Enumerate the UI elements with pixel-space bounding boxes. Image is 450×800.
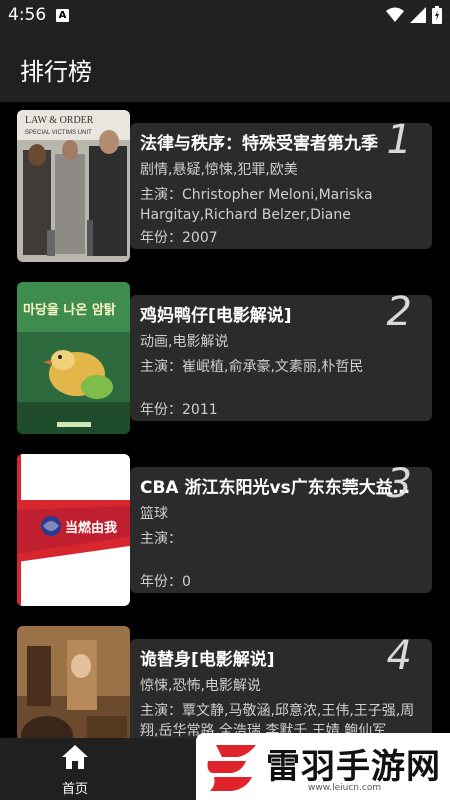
item-poster[interactable]: 当燃由我 [17, 454, 130, 606]
item-title: 诡替身[电影解说] [140, 650, 275, 670]
item-cast: 主演：崔岷植,俞承豪,文素丽,朴哲民 [140, 359, 364, 375]
item-card[interactable]: 3 CBA 浙江东阳光vs广东东莞大益… 篮球 主演： 年份：0 [130, 461, 432, 593]
item-genre: 剧情,悬疑,惊悚,犯罪,欧美 [140, 162, 298, 178]
ranking-list[interactable]: 1 法律与秩序：特殊受害者第九季 剧情,悬疑,惊悚,犯罪,欧美 主演：Chris… [0, 102, 450, 738]
battery-icon [432, 6, 442, 24]
poster-title-text: 当燃由我 [65, 520, 117, 536]
nav-home-tab[interactable]: 首页 [50, 744, 100, 797]
home-icon [62, 745, 88, 769]
item-title: 法律与秩序：特殊受害者第九季 [140, 134, 378, 154]
list-item[interactable]: 1 法律与秩序：特殊受害者第九季 剧情,悬疑,惊悚,犯罪,欧美 主演：Chris… [0, 102, 450, 262]
poster-image: 当燃由我 [17, 454, 130, 606]
poster-image: LAW & ORDER SPECIAL VICTIMS UNIT [17, 110, 130, 262]
watermark-url: www.leiucn.com [308, 783, 382, 793]
watermark-name: 雷羽手游网 [266, 747, 441, 787]
wifi-icon [386, 7, 404, 22]
watermark-logo-icon [207, 745, 256, 791]
item-poster[interactable] [17, 626, 130, 738]
item-year: 年份：2011 [140, 402, 218, 418]
item-genre: 惊悚,恐怖,电影解说 [140, 678, 261, 694]
item-poster[interactable]: 마당을 나온 암탉 [17, 282, 130, 434]
item-cast: 主演：Christopher Meloni,Mariska Hargitay,R… [140, 187, 373, 223]
poster-title-text: LAW & ORDER [25, 115, 94, 126]
poster-image [17, 626, 130, 738]
list-item[interactable]: 4 诡替身[电影解说] 惊悚,恐怖,电影解说 主演：覃文静,马敬涵,邱意浓,王伟… [0, 618, 450, 738]
list-item[interactable]: 3 CBA 浙江东阳光vs广东东莞大益… 篮球 主演： 年份：0 当燃由我 [0, 446, 450, 606]
poster-image: 마당을 나온 암탉 [17, 282, 130, 434]
item-cast: 主演： [140, 531, 182, 547]
item-title: CBA 浙江东阳光vs广东东莞大益… [140, 478, 410, 498]
item-genre: 动画,电影解说 [140, 334, 229, 350]
watermark: 雷羽手游网 www.leiucn.com [196, 733, 450, 800]
poster-title-text: 마당을 나온 암탉 [23, 302, 116, 318]
item-year: 年份：2007 [140, 230, 218, 246]
notification-badge-icon: A [56, 9, 69, 22]
status-bar: 4:56 A [0, 0, 450, 32]
item-title: 鸡妈鸭仔[电影解说] [140, 306, 292, 326]
item-poster[interactable]: LAW & ORDER SPECIAL VICTIMS UNIT [17, 110, 130, 262]
poster-subtitle-text: SPECIAL VICTIMS UNIT [25, 130, 92, 136]
item-card[interactable]: 4 诡替身[电影解说] 惊悚,恐怖,电影解说 主演：覃文静,马敬涵,邱意浓,王伟… [130, 633, 432, 738]
item-year: 年份：0 [140, 574, 191, 590]
status-icons [386, 6, 442, 24]
list-item[interactable]: 2 鸡妈鸭仔[电影解说] 动画,电影解说 主演：崔岷植,俞承豪,文素丽,朴哲民 … [0, 274, 450, 434]
item-card[interactable]: 2 鸡妈鸭仔[电影解说] 动画,电影解说 主演：崔岷植,俞承豪,文素丽,朴哲民 … [130, 289, 432, 421]
app-bar: 排行榜 [0, 32, 450, 102]
signal-icon [410, 7, 426, 23]
nav-home-label: 首页 [61, 782, 88, 797]
status-time: 4:56 [8, 5, 47, 25]
page-title: 排行榜 [20, 58, 92, 86]
item-genre: 篮球 [140, 506, 168, 522]
item-card[interactable]: 1 法律与秩序：特殊受害者第九季 剧情,悬疑,惊悚,犯罪,欧美 主演：Chris… [130, 117, 432, 249]
